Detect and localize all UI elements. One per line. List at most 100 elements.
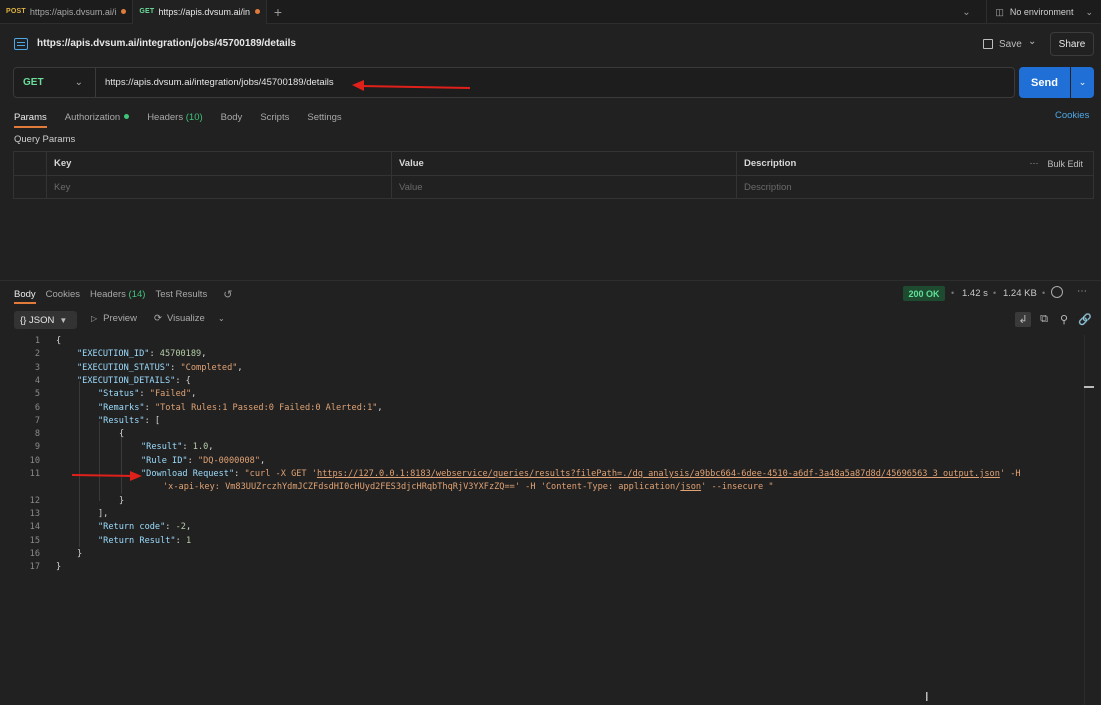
unsaved-dot-icon	[121, 9, 127, 14]
tab-response-headers[interactable]: Headers (14)	[90, 289, 145, 300]
tabs-dropdown-icon[interactable]: ⌄	[954, 7, 978, 18]
send-options-chevron-icon[interactable]: ⌄	[1071, 67, 1094, 98]
table-row: Key Value Description	[14, 176, 1093, 200]
tab-body[interactable]: Body	[221, 112, 243, 123]
tab-label: https://apis.dvsum.ai/i	[29, 6, 117, 17]
separator-dot: •	[993, 288, 997, 298]
response-size[interactable]: 1.24 KB	[1003, 288, 1037, 299]
wrap-lines-icon[interactable]: ↲	[1015, 312, 1031, 327]
code-line: {	[56, 336, 62, 346]
save-button[interactable]: Save	[983, 34, 1022, 54]
line-number: 6	[34, 402, 40, 413]
no-environment-icon: ◫	[995, 6, 1004, 17]
share-button[interactable]: Share	[1050, 32, 1094, 56]
value-input[interactable]: Value	[392, 176, 737, 199]
response-time[interactable]: 1.42 s	[962, 288, 988, 299]
line-number: 3	[34, 362, 40, 373]
copy-icon[interactable]: ⧉	[1037, 312, 1051, 326]
search-icon[interactable]: ⚲	[1057, 312, 1071, 326]
tab-scripts[interactable]: Scripts	[260, 112, 289, 123]
text-cursor-icon: I	[925, 689, 929, 704]
line-number: 10	[29, 455, 40, 466]
format-value: {} JSON	[20, 314, 55, 326]
tab-headers-label: Headers	[147, 111, 184, 123]
chevron-down-icon: ⌄	[1085, 6, 1093, 17]
unsaved-dot-icon	[254, 9, 260, 14]
http-request-icon	[14, 38, 28, 50]
column-header-key: Key	[47, 152, 392, 175]
pane-divider[interactable]	[0, 280, 1101, 281]
code-line: "EXECUTION_STATUS": "Completed",	[77, 362, 243, 373]
download-url-link[interactable]: https://127.0.0.1:8183/webservice/querie…	[317, 469, 1000, 479]
code-line: }	[77, 548, 83, 559]
visualize-icon: ⟳	[154, 313, 162, 324]
tab-method: GET	[139, 8, 155, 15]
indent-guide	[99, 421, 100, 501]
key-input[interactable]: Key	[47, 176, 392, 199]
indent-guide	[79, 381, 80, 547]
tab-headers[interactable]: Headers (10)	[147, 112, 202, 123]
active-dot-icon	[124, 114, 130, 120]
tab-authorization[interactable]: Authorization	[64, 111, 130, 123]
response-tabs: Body Cookies Headers (14) Test Results ↺	[14, 287, 232, 304]
headers-count: (10)	[185, 111, 203, 123]
table-header-row: Key Value Description ⋯ Bulk Edit	[14, 152, 1093, 176]
url-input[interactable]: https://apis.dvsum.ai/integration/jobs/4…	[105, 77, 334, 88]
save-label: Save	[999, 38, 1022, 50]
request-tab-post[interactable]: POST https://apis.dvsum.ai/i	[0, 0, 134, 24]
request-header: https://apis.dvsum.ai/integration/jobs/4…	[0, 26, 1101, 62]
save-options-chevron-icon[interactable]: ⌄	[1028, 36, 1036, 47]
network-globe-icon[interactable]	[1051, 286, 1063, 298]
bulk-edit-button[interactable]: ⋯ Bulk Edit	[1029, 152, 1083, 175]
code-line: 'x-api-key: Vm83UUZrczhYdmJCZFdsdHI0cHUy…	[163, 482, 774, 493]
request-title[interactable]: https://apis.dvsum.ai/integration/jobs/4…	[37, 38, 296, 49]
tab-settings[interactable]: Settings	[307, 112, 341, 123]
line-number: 8	[34, 429, 40, 440]
code-line: "Rule ID": "DQ-0000008",	[141, 455, 266, 466]
request-tab-get[interactable]: GET https://apis.dvsum.ai/in	[133, 0, 267, 24]
history-icon[interactable]: ↺	[223, 288, 232, 301]
add-tab-icon[interactable]: +	[267, 0, 289, 24]
visualize-button[interactable]: ⟳ Visualize	[154, 313, 205, 324]
line-number: 5	[34, 389, 40, 400]
status-badge[interactable]: 200 OK	[903, 286, 945, 301]
url-bar: GET ⌄ https://apis.dvsum.ai/integration/…	[13, 67, 1015, 98]
tab-authorization-label: Authorization	[64, 111, 121, 123]
line-number: 11	[29, 469, 40, 479]
chevron-down-icon[interactable]: ⌄	[218, 314, 225, 323]
more-options-icon[interactable]: ⋯	[1077, 286, 1088, 297]
link-icon[interactable]: 🔗	[1078, 312, 1092, 326]
line-number: 14	[29, 522, 40, 533]
cookies-link[interactable]: Cookies	[1055, 110, 1089, 121]
method-select[interactable]: GET ⌄	[14, 68, 96, 97]
scrollbar[interactable]	[1084, 335, 1085, 705]
checkbox-column-header	[14, 152, 47, 175]
visualize-label: Visualize	[166, 313, 205, 324]
scrollbar-thumb[interactable]	[1084, 386, 1094, 388]
code-line: "Download Request": "curl -X GET 'https:…	[141, 469, 1021, 479]
description-input[interactable]: Description	[737, 176, 1093, 199]
tab-label: https://apis.dvsum.ai/in	[158, 6, 250, 17]
code-line: "EXECUTION_DETAILS": {	[77, 375, 191, 386]
line-number: 16	[29, 548, 40, 559]
line-number: 2	[34, 349, 40, 360]
code-line: "Return Result": 1	[98, 535, 192, 546]
format-select[interactable]: {} JSON ▼	[14, 311, 77, 329]
chevron-down-icon: ▼	[59, 315, 68, 325]
annotation-arrow	[71, 471, 142, 481]
environment-selector[interactable]: ◫ No environment ⌄	[986, 0, 1101, 24]
query-params-label: Query Params	[14, 134, 76, 145]
tab-params[interactable]: Params	[14, 112, 47, 128]
line-number: 9	[34, 442, 40, 453]
tab-test-results[interactable]: Test Results	[155, 289, 207, 300]
bulk-edit-label: Bulk Edit	[1047, 158, 1083, 169]
preview-button[interactable]: ▷ Preview	[91, 313, 137, 324]
tab-response-cookies[interactable]: Cookies	[46, 289, 80, 300]
tab-response-body[interactable]: Body	[14, 289, 36, 304]
separator-dot: •	[1042, 288, 1046, 298]
send-button[interactable]: Send	[1019, 67, 1070, 98]
response-headers-count: (14)	[128, 288, 146, 300]
line-number: 17	[29, 562, 40, 573]
chevron-down-icon: ⌄	[74, 77, 83, 88]
tab-response-headers-label: Headers	[89, 288, 126, 300]
